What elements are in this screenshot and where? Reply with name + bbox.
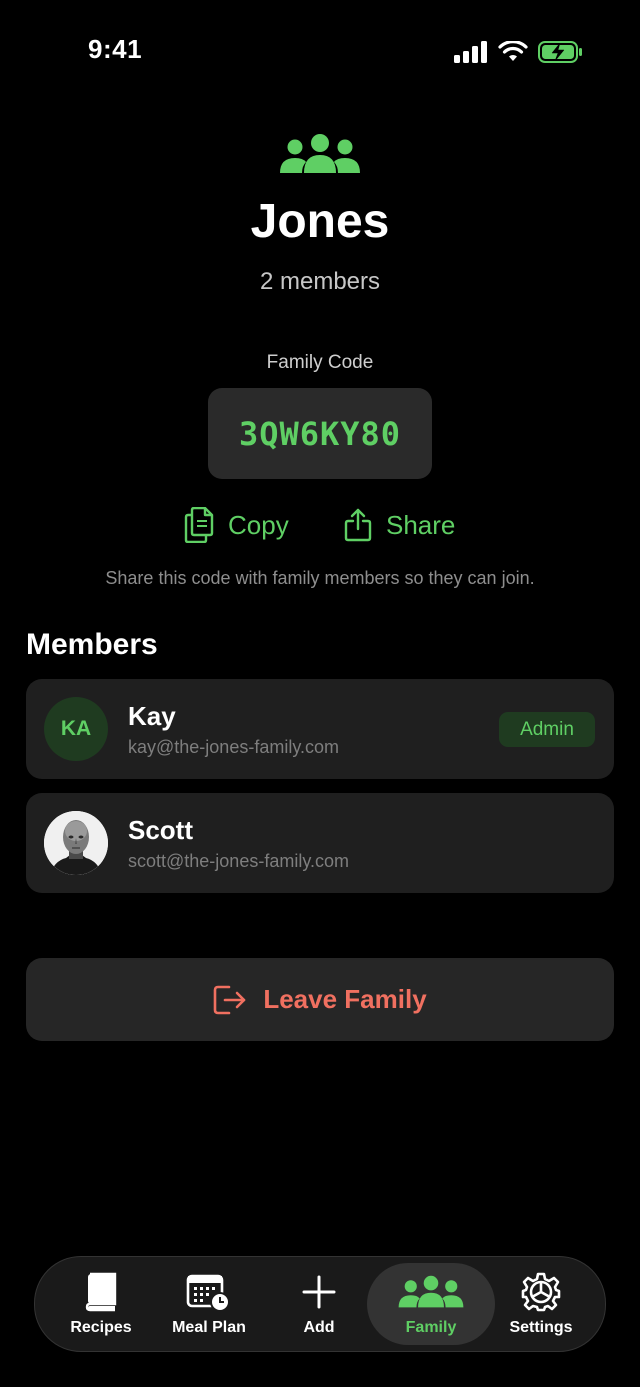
member-row-scott[interactable]: Scott scott@the-jones-family.com xyxy=(26,793,614,893)
family-code-label: Family Code xyxy=(266,352,374,373)
copy-button[interactable]: Copy xyxy=(184,503,289,547)
book-icon xyxy=(85,1272,117,1312)
member-email: kay@the-jones-family.com xyxy=(128,737,339,757)
gear-icon xyxy=(521,1272,561,1312)
copy-label: Copy xyxy=(228,509,289,540)
copy-icon xyxy=(184,507,214,543)
avatar: KA xyxy=(44,697,108,761)
battery-charging-icon xyxy=(538,41,582,63)
people-icon xyxy=(280,134,360,173)
share-label: Share xyxy=(386,509,456,540)
wifi-icon xyxy=(498,41,528,61)
tab-recipes[interactable]: Recipes xyxy=(49,1257,153,1351)
member-count: 2 members xyxy=(259,268,381,295)
status-icons xyxy=(454,40,584,64)
leave-family-label: Leave Family xyxy=(263,984,427,1014)
person-photo-icon xyxy=(44,811,108,875)
status-time: 9:41 xyxy=(88,34,143,64)
tab-add[interactable]: Add xyxy=(267,1257,371,1351)
share-button[interactable]: Share xyxy=(344,503,455,547)
tab-label: Settings xyxy=(509,1319,573,1336)
tab-meal-plan[interactable]: Meal Plan xyxy=(155,1257,263,1351)
signal-icon xyxy=(454,41,487,63)
tab-settings[interactable]: Settings xyxy=(491,1257,591,1351)
family-code-box: 3QW6KY80 xyxy=(208,388,432,479)
family-name: Jones xyxy=(250,195,390,248)
exit-icon xyxy=(214,985,246,1014)
member-email: scott@the-jones-family.com xyxy=(128,851,350,871)
tab-family[interactable]: Family xyxy=(367,1263,495,1345)
tab-label: Recipes xyxy=(70,1319,132,1336)
tab-label: Meal Plan xyxy=(172,1319,246,1336)
admin-badge: Admin xyxy=(499,712,595,747)
member-row-kay[interactable]: KA Kay kay@the-jones-family.com Admin xyxy=(26,679,614,779)
avatar xyxy=(44,811,108,875)
members-title: Members xyxy=(26,628,158,661)
avatar-initials: KA xyxy=(60,717,92,740)
member-name: Scott xyxy=(128,815,193,845)
people-icon xyxy=(398,1275,464,1308)
tab-bar: Recipes Meal Plan Add Family Settings xyxy=(34,1256,606,1352)
tab-label: Family xyxy=(405,1319,457,1336)
share-hint: Share this code with family members so t… xyxy=(105,568,535,588)
tab-label: Add xyxy=(303,1319,335,1336)
plus-icon xyxy=(302,1275,336,1309)
calendar-clock-icon xyxy=(186,1274,230,1312)
share-icon xyxy=(344,508,372,542)
family-code: 3QW6KY80 xyxy=(238,414,402,453)
member-name: Kay xyxy=(128,701,176,731)
leave-family-button[interactable]: Leave Family xyxy=(26,958,614,1041)
